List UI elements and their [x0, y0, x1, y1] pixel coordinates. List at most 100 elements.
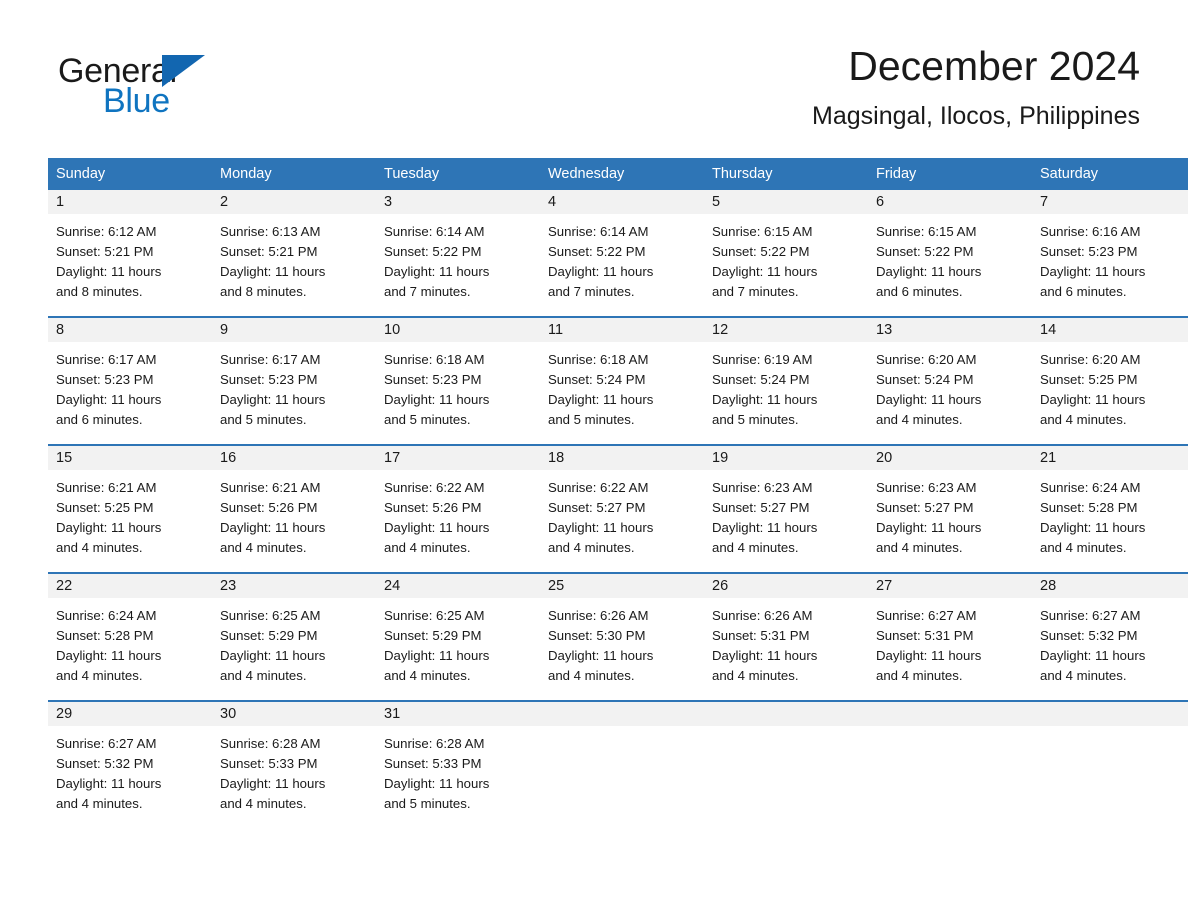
daylight-text-line2: and 4 minutes. [712, 540, 799, 555]
calendar-day-cell-empty [704, 700, 868, 828]
sunrise-text: Sunrise: 6:18 AM [384, 352, 485, 367]
calendar-day-cell[interactable]: 18 Sunrise: 6:22 AM Sunset: 5:27 PM Dayl… [540, 444, 704, 573]
daylight-text-line2: and 4 minutes. [384, 668, 471, 683]
calendar-day-cell[interactable]: 8 Sunrise: 6:17 AM Sunset: 5:23 PM Dayli… [48, 316, 212, 445]
daylight-text-line2: and 6 minutes. [876, 284, 963, 299]
sunrise-text: Sunrise: 6:23 AM [876, 480, 977, 495]
day-number: 26 [704, 574, 868, 598]
weekday-header-sunday: Sunday [48, 158, 212, 190]
calendar-day-cell[interactable]: 22 Sunrise: 6:24 AM Sunset: 5:28 PM Dayl… [48, 572, 212, 701]
calendar-day-cell-empty [868, 700, 1032, 828]
day-number: 29 [48, 702, 212, 726]
day-details: Sunrise: 6:24 AM Sunset: 5:28 PM Dayligh… [48, 598, 212, 700]
daylight-text-line2: and 4 minutes. [56, 796, 143, 811]
daylight-text-line1: Daylight: 11 hours [548, 648, 654, 663]
calendar-day-cell[interactable]: 20 Sunrise: 6:23 AM Sunset: 5:27 PM Dayl… [868, 444, 1032, 573]
sunset-text: Sunset: 5:27 PM [548, 500, 646, 515]
day-number: 1 [48, 190, 212, 214]
sunrise-text: Sunrise: 6:22 AM [384, 480, 485, 495]
sunset-text: Sunset: 5:24 PM [548, 372, 646, 387]
calendar-day-cell[interactable]: 26 Sunrise: 6:26 AM Sunset: 5:31 PM Dayl… [704, 572, 868, 701]
calendar-day-cell[interactable]: 12 Sunrise: 6:19 AM Sunset: 5:24 PM Dayl… [704, 316, 868, 445]
sunset-text: Sunset: 5:25 PM [56, 500, 154, 515]
calendar-day-cell[interactable]: 5 Sunrise: 6:15 AM Sunset: 5:22 PM Dayli… [704, 190, 868, 317]
calendar-day-cell[interactable]: 15 Sunrise: 6:21 AM Sunset: 5:25 PM Dayl… [48, 444, 212, 573]
day-details: Sunrise: 6:25 AM Sunset: 5:29 PM Dayligh… [212, 598, 376, 700]
calendar-day-cell[interactable]: 27 Sunrise: 6:27 AM Sunset: 5:31 PM Dayl… [868, 572, 1032, 701]
daylight-text-line1: Daylight: 11 hours [548, 264, 654, 279]
daylight-text-line1: Daylight: 11 hours [220, 264, 326, 279]
daylight-text-line1: Daylight: 11 hours [876, 648, 982, 663]
calendar-day-cell[interactable]: 3 Sunrise: 6:14 AM Sunset: 5:22 PM Dayli… [376, 190, 540, 317]
calendar-day-cell[interactable]: 30 Sunrise: 6:28 AM Sunset: 5:33 PM Dayl… [212, 700, 376, 828]
calendar-day-cell[interactable]: 24 Sunrise: 6:25 AM Sunset: 5:29 PM Dayl… [376, 572, 540, 701]
day-details: Sunrise: 6:28 AM Sunset: 5:33 PM Dayligh… [212, 726, 376, 828]
daylight-text-line1: Daylight: 11 hours [384, 392, 490, 407]
day-details: Sunrise: 6:26 AM Sunset: 5:30 PM Dayligh… [540, 598, 704, 700]
sunrise-text: Sunrise: 6:14 AM [384, 224, 485, 239]
day-details [868, 726, 1032, 814]
daylight-text-line1: Daylight: 11 hours [876, 392, 982, 407]
calendar-day-cell[interactable]: 19 Sunrise: 6:23 AM Sunset: 5:27 PM Dayl… [704, 444, 868, 573]
sunset-text: Sunset: 5:21 PM [220, 244, 318, 259]
calendar-day-cell[interactable]: 10 Sunrise: 6:18 AM Sunset: 5:23 PM Dayl… [376, 316, 540, 445]
calendar-week-row: 15 Sunrise: 6:21 AM Sunset: 5:25 PM Dayl… [48, 444, 1188, 573]
calendar-day-cell[interactable]: 7 Sunrise: 6:16 AM Sunset: 5:23 PM Dayli… [1032, 190, 1188, 317]
calendar-day-cell[interactable]: 17 Sunrise: 6:22 AM Sunset: 5:26 PM Dayl… [376, 444, 540, 573]
sunrise-text: Sunrise: 6:18 AM [548, 352, 649, 367]
daylight-text-line1: Daylight: 11 hours [712, 520, 818, 535]
calendar-day-cell[interactable]: 23 Sunrise: 6:25 AM Sunset: 5:29 PM Dayl… [212, 572, 376, 701]
calendar-day-cell[interactable]: 25 Sunrise: 6:26 AM Sunset: 5:30 PM Dayl… [540, 572, 704, 701]
calendar-day-cell[interactable]: 6 Sunrise: 6:15 AM Sunset: 5:22 PM Dayli… [868, 190, 1032, 317]
calendar-day-cell[interactable]: 16 Sunrise: 6:21 AM Sunset: 5:26 PM Dayl… [212, 444, 376, 573]
weekday-header-saturday: Saturday [1032, 158, 1188, 190]
calendar-day-cell[interactable]: 14 Sunrise: 6:20 AM Sunset: 5:25 PM Dayl… [1032, 316, 1188, 445]
weekday-header-monday: Monday [212, 158, 376, 190]
day-details: Sunrise: 6:12 AM Sunset: 5:21 PM Dayligh… [48, 214, 212, 316]
sunrise-text: Sunrise: 6:19 AM [712, 352, 813, 367]
sunset-text: Sunset: 5:32 PM [56, 756, 154, 771]
sunset-text: Sunset: 5:28 PM [56, 628, 154, 643]
calendar-week-row: 22 Sunrise: 6:24 AM Sunset: 5:28 PM Dayl… [48, 572, 1188, 701]
calendar-page: General Blue December 2024 Magsingal, Il… [0, 0, 1188, 918]
daylight-text-line2: and 5 minutes. [384, 412, 471, 427]
sunset-text: Sunset: 5:22 PM [876, 244, 974, 259]
daylight-text-line2: and 4 minutes. [220, 668, 307, 683]
sunset-text: Sunset: 5:32 PM [1040, 628, 1138, 643]
sunset-text: Sunset: 5:27 PM [876, 500, 974, 515]
daylight-text-line2: and 7 minutes. [712, 284, 799, 299]
day-number: 4 [540, 190, 704, 214]
daylight-text-line2: and 4 minutes. [56, 540, 143, 555]
sunrise-text: Sunrise: 6:24 AM [56, 608, 157, 623]
daylight-text-line1: Daylight: 11 hours [1040, 648, 1146, 663]
calendar-day-cell[interactable]: 29 Sunrise: 6:27 AM Sunset: 5:32 PM Dayl… [48, 700, 212, 828]
day-details: Sunrise: 6:15 AM Sunset: 5:22 PM Dayligh… [704, 214, 868, 316]
calendar-day-cell[interactable]: 28 Sunrise: 6:27 AM Sunset: 5:32 PM Dayl… [1032, 572, 1188, 701]
weekday-header-wednesday: Wednesday [540, 158, 704, 190]
day-details: Sunrise: 6:27 AM Sunset: 5:32 PM Dayligh… [1032, 598, 1188, 700]
calendar-day-cell[interactable]: 31 Sunrise: 6:28 AM Sunset: 5:33 PM Dayl… [376, 700, 540, 828]
calendar-day-cell-empty [1032, 700, 1188, 828]
daylight-text-line1: Daylight: 11 hours [220, 776, 326, 791]
calendar-container: Sunday Monday Tuesday Wednesday Thursday… [48, 158, 1188, 828]
daylight-text-line2: and 6 minutes. [56, 412, 143, 427]
general-blue-logo: General Blue [58, 52, 358, 132]
calendar-day-cell[interactable]: 4 Sunrise: 6:14 AM Sunset: 5:22 PM Dayli… [540, 190, 704, 317]
calendar-day-cell[interactable]: 9 Sunrise: 6:17 AM Sunset: 5:23 PM Dayli… [212, 316, 376, 445]
sunrise-text: Sunrise: 6:25 AM [220, 608, 321, 623]
day-number: 25 [540, 574, 704, 598]
daylight-text-line2: and 5 minutes. [220, 412, 307, 427]
day-number: 13 [868, 318, 1032, 342]
calendar-day-cell[interactable]: 11 Sunrise: 6:18 AM Sunset: 5:24 PM Dayl… [540, 316, 704, 445]
daylight-text-line2: and 7 minutes. [548, 284, 635, 299]
daylight-text-line1: Daylight: 11 hours [548, 392, 654, 407]
daylight-text-line1: Daylight: 11 hours [712, 392, 818, 407]
calendar-day-cell[interactable]: 2 Sunrise: 6:13 AM Sunset: 5:21 PM Dayli… [212, 190, 376, 317]
calendar-day-cell[interactable]: 1 Sunrise: 6:12 AM Sunset: 5:21 PM Dayli… [48, 190, 212, 317]
day-number: 24 [376, 574, 540, 598]
day-number: 18 [540, 446, 704, 470]
sunset-text: Sunset: 5:24 PM [876, 372, 974, 387]
sunrise-text: Sunrise: 6:17 AM [220, 352, 321, 367]
calendar-day-cell[interactable]: 13 Sunrise: 6:20 AM Sunset: 5:24 PM Dayl… [868, 316, 1032, 445]
calendar-day-cell[interactable]: 21 Sunrise: 6:24 AM Sunset: 5:28 PM Dayl… [1032, 444, 1188, 573]
